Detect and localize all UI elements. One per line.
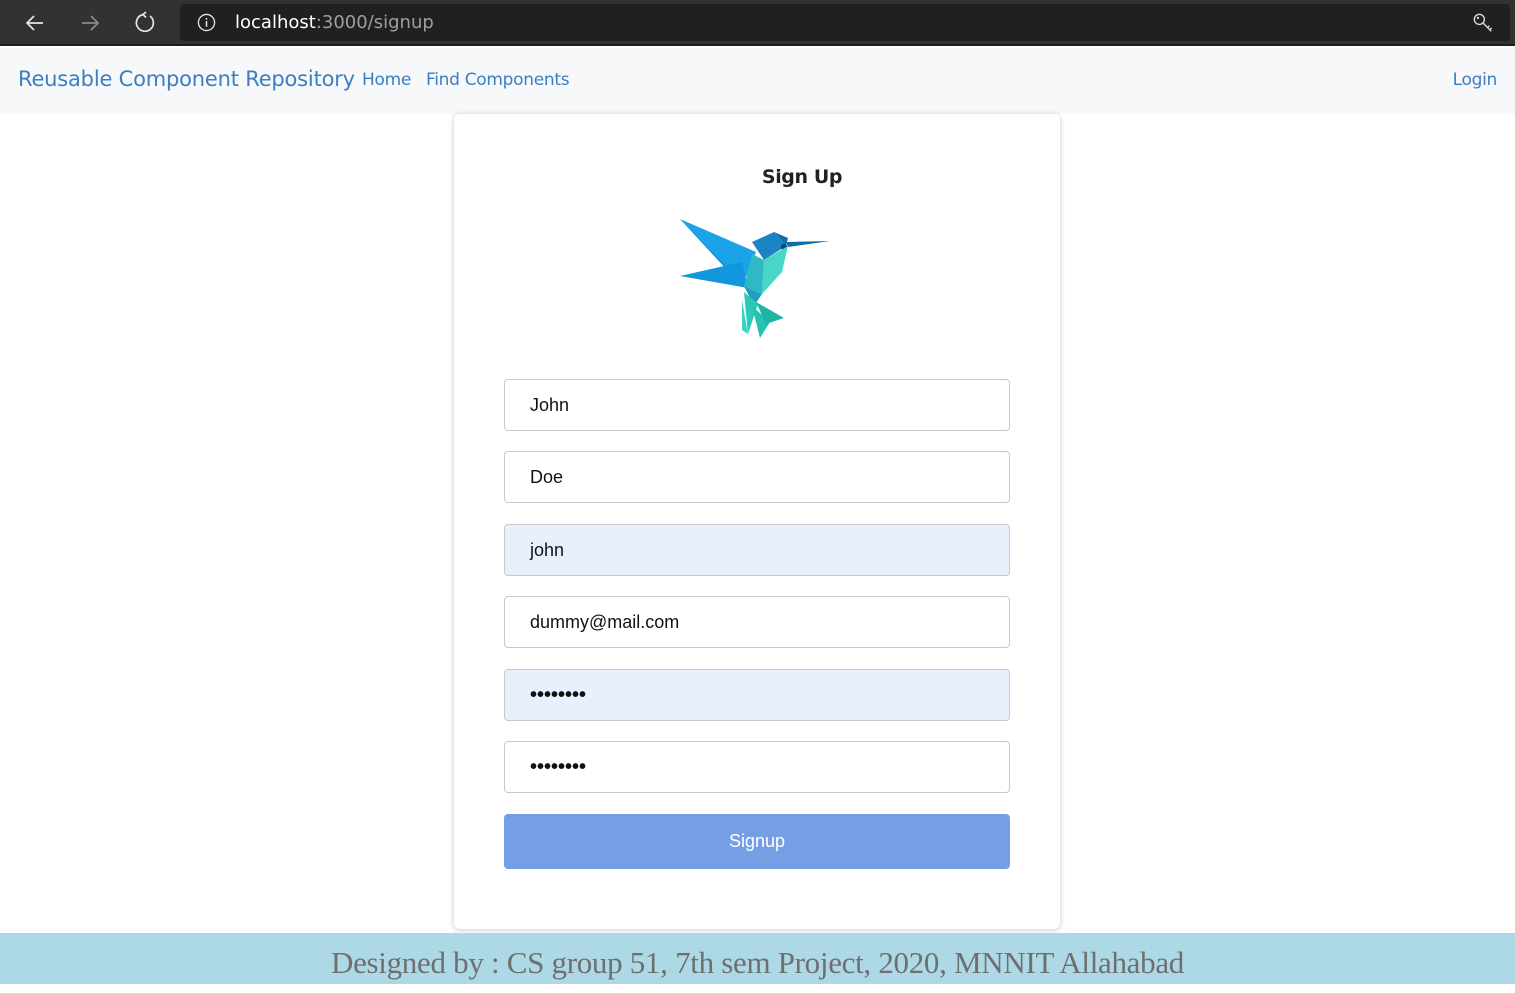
page-footer: Designed by : CS group 51, 7th sem Proje…: [0, 933, 1515, 984]
back-button[interactable]: [20, 8, 50, 38]
url-host: localhost: [235, 12, 316, 33]
signup-card: Sign Up John Doe john dummy@mail.com •••…: [454, 114, 1060, 929]
reload-icon: [135, 11, 155, 33]
hummingbird-logo: [680, 219, 830, 338]
page-title: Sign Up: [761, 166, 843, 188]
signup-button[interactable]: Signup: [504, 814, 1010, 869]
last-name-input[interactable]: Doe: [504, 451, 1010, 503]
username-input[interactable]: john: [504, 524, 1010, 576]
footer-credit: Designed by : CS group 51, 7th sem Proje…: [330, 945, 1184, 980]
brand-link[interactable]: Reusable Component Repository: [18, 67, 355, 91]
reload-button[interactable]: [130, 8, 160, 38]
arrow-right-icon: [82, 15, 100, 31]
password-input[interactable]: ••••••••: [504, 669, 1010, 721]
browser-toolbar: localhost:3000/signup: [0, 0, 1515, 46]
nav-home-link[interactable]: Home: [362, 70, 411, 90]
nav-login-link[interactable]: Login: [1453, 70, 1498, 90]
forward-button[interactable]: [75, 8, 105, 38]
app-navbar: Reusable Component Repository Home Find …: [0, 48, 1515, 114]
arrow-left-icon: [25, 15, 43, 31]
email-input[interactable]: dummy@mail.com: [504, 596, 1010, 648]
info-icon[interactable]: [197, 13, 216, 32]
confirm-password-input[interactable]: ••••••••: [504, 741, 1010, 793]
nav-find-components-link[interactable]: Find Components: [426, 70, 570, 90]
key-icon[interactable]: [1472, 12, 1494, 34]
address-bar[interactable]: localhost:3000/signup: [180, 4, 1510, 41]
first-name-input[interactable]: John: [504, 379, 1010, 431]
url-path: :3000/signup: [315, 12, 434, 33]
url-text[interactable]: localhost:3000/signup: [235, 12, 434, 33]
